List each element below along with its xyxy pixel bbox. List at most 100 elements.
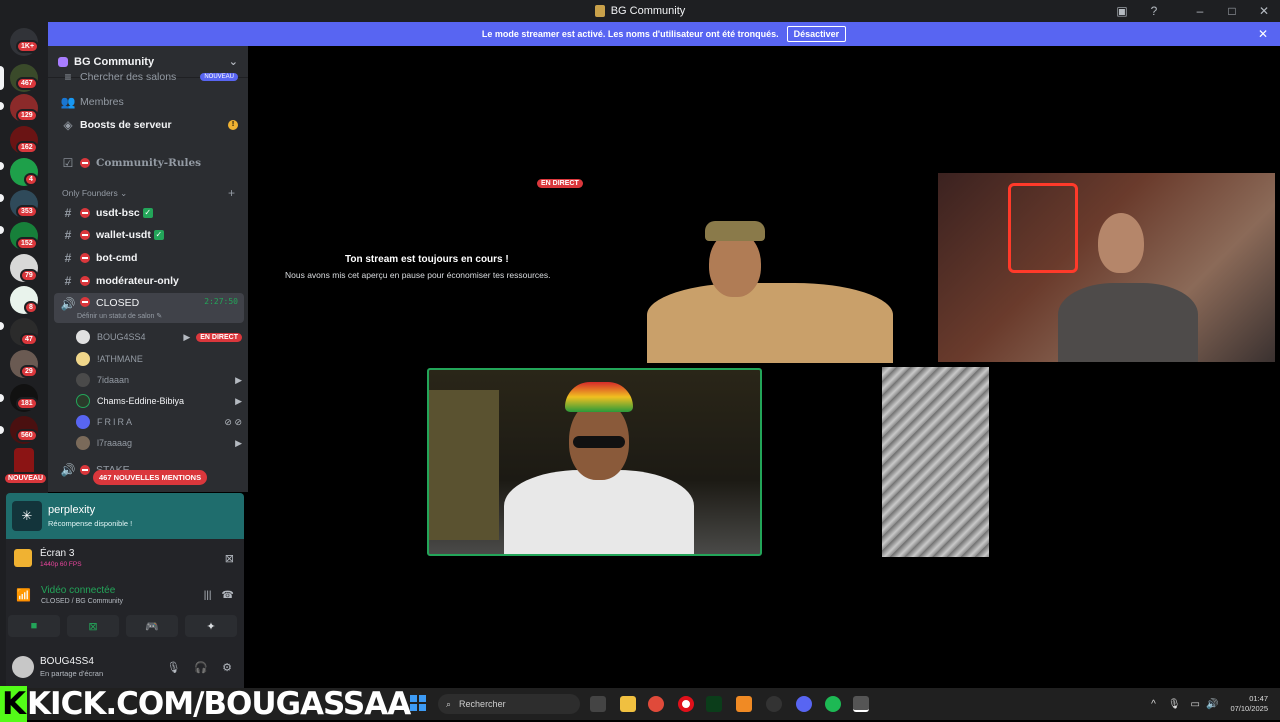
voice-user[interactable]: 7idaaan ▶ <box>76 370 242 390</box>
volume-icon[interactable]: 🔊 <box>1206 699 1218 710</box>
close-window-button[interactable]: ✕ <box>1248 4 1280 18</box>
voice-user-name: !ATHMANE <box>97 354 143 364</box>
microphone-icon[interactable]: 🎙 <box>166 661 180 674</box>
voice-user[interactable]: l7raaaag ▶ <box>76 433 242 453</box>
screen-share-button[interactable]: ⊠ <box>67 615 119 637</box>
channel-bot-cmd[interactable]: # bot-cmd <box>54 248 244 268</box>
check-icon: ✓ <box>153 230 164 240</box>
voice-actions: ■ ⊠ 🎮 ✦ <box>6 615 244 637</box>
channel-moderateur-only[interactable]: # modérateur-only <box>54 271 244 291</box>
hash-icon: # <box>64 228 72 242</box>
category-only-founders[interactable]: Only Founders ⌄ <box>62 188 127 199</box>
voice-user-name: l7raaaag <box>97 438 133 448</box>
task-view-icon[interactable] <box>590 696 606 712</box>
unread-indicator <box>0 102 4 110</box>
kick-overlay: KKICK.COM/BOUGASSAA <box>0 686 411 722</box>
windows-start-icon[interactable] <box>410 695 426 711</box>
search-placeholder: Rechercher <box>459 699 506 709</box>
voice-user[interactable]: Chams-Eddine-Bibiya ▶ <box>76 391 242 411</box>
window-controls: ▣ ? – □ ✕ <box>1106 0 1280 22</box>
stop-share-icon[interactable]: ⊠ <box>225 552 234 565</box>
noise-suppression-icon[interactable]: ||| <box>204 590 212 601</box>
channel-label: wallet-usdt <box>96 229 151 241</box>
no-entry-icon <box>80 253 90 263</box>
camera-button[interactable]: ■ <box>8 615 60 637</box>
taskbar-search[interactable]: ⌕ Rechercher <box>438 694 580 714</box>
search-channels-item[interactable]: ≡ Chercher des salons NOUVEAU <box>54 70 244 84</box>
soundboard-button[interactable]: ✦ <box>185 615 237 637</box>
help-icon[interactable]: ? <box>1138 4 1170 18</box>
discord-icon[interactable] <box>796 696 812 712</box>
members-icon: 👥 <box>60 95 76 109</box>
rules-icon: ☑ <box>62 156 74 170</box>
search-channels-label: Chercher des salons <box>80 71 177 83</box>
camera-icon: ▶ <box>183 331 191 342</box>
hash-icon: # <box>64 274 72 288</box>
members-label: Membres <box>80 96 124 108</box>
opera-icon[interactable] <box>678 696 694 712</box>
no-entry-icon <box>80 158 90 168</box>
minimize-button[interactable]: – <box>1184 4 1216 18</box>
speaker-icon: 🔊 <box>60 297 76 311</box>
voice-location[interactable]: CLOSED / BG Community <box>41 598 123 605</box>
guild-badge: 1K+ <box>16 40 40 53</box>
unread-indicator <box>0 394 4 402</box>
video-tile[interactable] <box>647 213 893 363</box>
add-channel-icon[interactable]: + <box>228 186 235 200</box>
voice-panel: Écran 3 1440p 60 FPS ⊠ 📶 Vidéo connectée… <box>6 539 244 688</box>
channel-community-rules[interactable]: ☑ Community-Rules <box>54 153 244 173</box>
server-name: BG Community <box>74 55 155 68</box>
video-figure <box>573 436 625 448</box>
guild-badge: 29 <box>20 365 38 378</box>
kick-overlay-text: KICK.COM/BOUGASSAA <box>27 686 411 722</box>
chrome-icon[interactable] <box>648 696 664 712</box>
user-name: BOUG4SS4 <box>40 656 94 667</box>
voice-user-name: FRIRA <box>97 417 134 427</box>
promo-card[interactable]: ✳ perplexity Récompense disponible ! <box>6 493 244 539</box>
avatar <box>76 394 90 408</box>
new-badge: NOUVEAU <box>200 73 238 81</box>
settings-gear-icon[interactable]: ⚙ <box>222 661 232 674</box>
user-avatar[interactable] <box>12 656 34 678</box>
guild-badge: 79 <box>20 269 38 282</box>
chevron-up-icon[interactable]: ^ <box>1151 699 1156 710</box>
microphone-icon[interactable]: 🎙 <box>1168 699 1181 710</box>
hash-icon: # <box>64 251 72 265</box>
no-entry-icon <box>80 230 90 240</box>
active-window-icon[interactable] <box>853 696 869 712</box>
activity-button[interactable]: 🎮 <box>126 615 178 637</box>
network-icon[interactable]: ▭ <box>1191 699 1200 710</box>
channel-wallet-usdt[interactable]: # wallet-usdt ✓ <box>54 225 244 245</box>
voice-user[interactable]: BOUG4SS4 ▶ EN DIRECT <box>76 327 242 347</box>
clock[interactable]: 01:47 07/10/2025 <box>1230 694 1268 714</box>
disconnect-icon[interactable]: ☎ <box>222 590 234 601</box>
spotify-icon[interactable] <box>825 696 841 712</box>
server-boosts-item[interactable]: ◈ Boosts de serveur ! <box>54 115 244 135</box>
avatar <box>76 415 90 429</box>
members-item[interactable]: 👥 Membres <box>54 92 244 112</box>
app-icon[interactable] <box>736 696 752 712</box>
channel-usdt-bsc[interactable]: # usdt-bsc ✓ <box>54 203 244 223</box>
title-bar: BG Community ▣ ? – □ ✕ <box>0 0 1280 22</box>
obs-icon[interactable] <box>766 696 782 712</box>
voice-user[interactable]: !ATHMANE <box>76 349 242 369</box>
headphones-icon[interactable]: 🎧 <box>194 661 208 674</box>
disable-streamer-button[interactable]: Désactiver <box>786 26 847 42</box>
maximize-button[interactable]: □ <box>1216 4 1248 18</box>
channel-label: CLOSED <box>96 297 140 309</box>
new-mentions-pill[interactable]: 467 NOUVELLES MENTIONS <box>93 470 208 485</box>
video-tile[interactable] <box>882 367 989 557</box>
video-figure <box>1058 283 1198 362</box>
file-explorer-icon[interactable] <box>620 696 636 712</box>
video-tile[interactable] <box>938 173 1275 362</box>
window-title-text: BG Community <box>610 5 686 17</box>
avatar <box>76 373 90 387</box>
voice-user[interactable]: FRIRA ⊘ ⊘ <box>76 412 242 432</box>
terminal-icon[interactable] <box>706 696 722 712</box>
kick-logo-icon: K <box>0 686 28 722</box>
banner-close-icon[interactable]: ✕ <box>1258 27 1268 41</box>
voice-user-name: BOUG4SS4 <box>97 332 146 342</box>
inbox-icon[interactable]: ▣ <box>1106 4 1138 18</box>
video-tile-focused[interactable] <box>427 368 762 556</box>
set-channel-status[interactable]: Définir un statut de salon ✎ <box>77 312 162 320</box>
